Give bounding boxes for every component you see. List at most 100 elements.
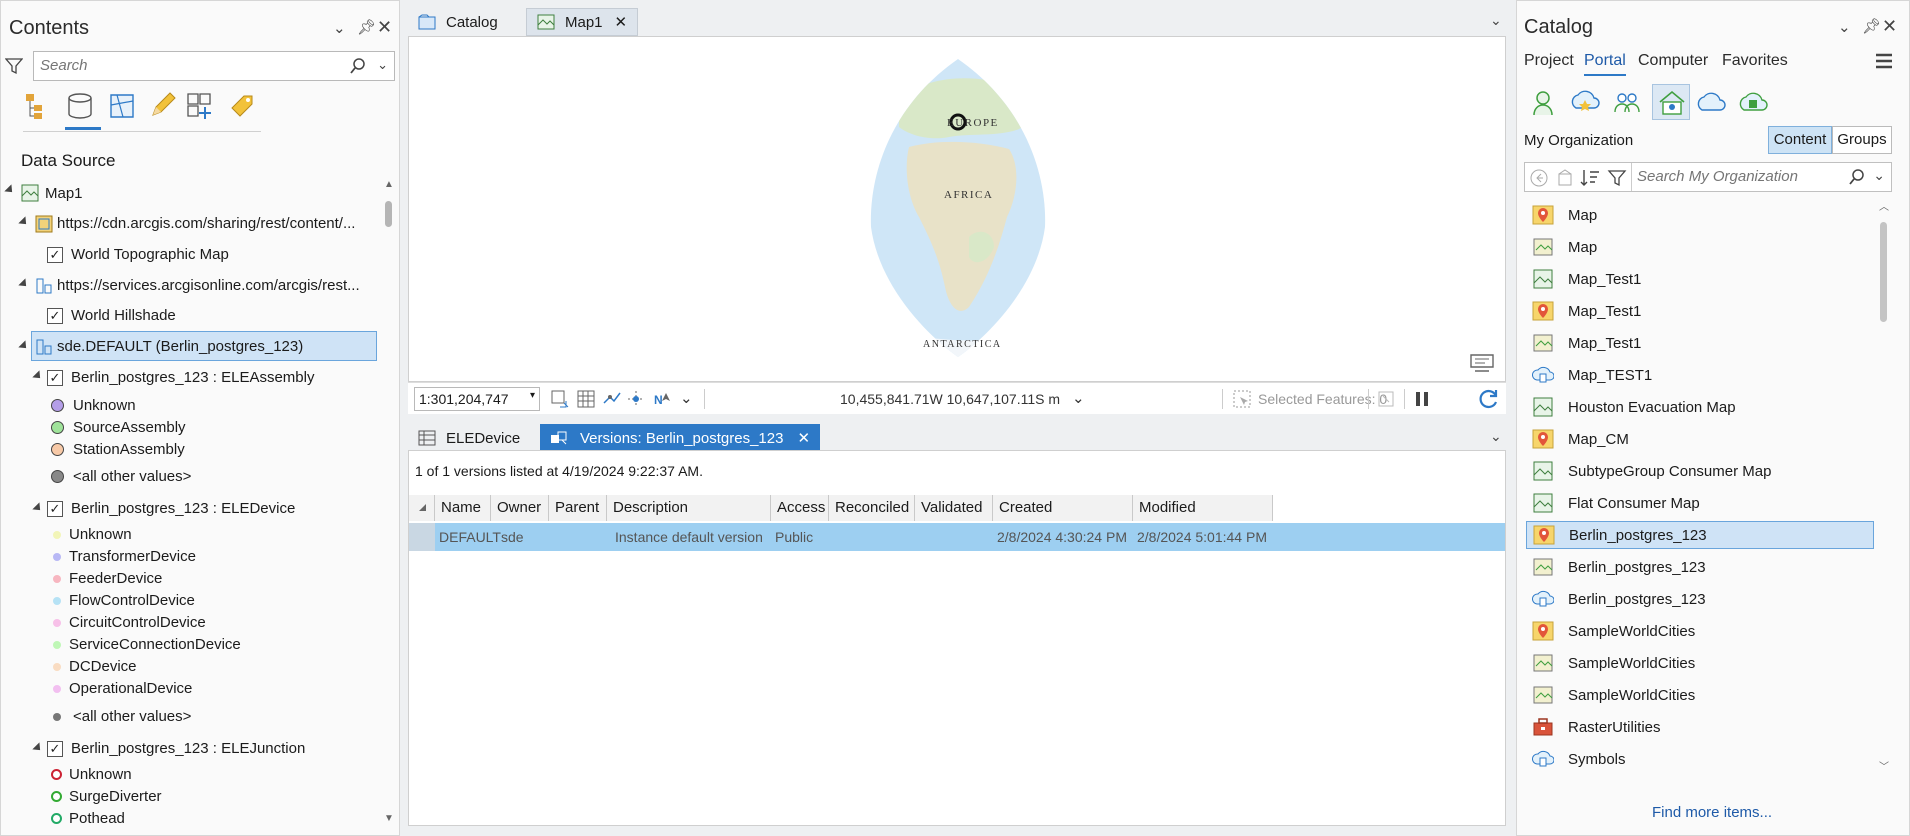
list-by-editing-icon[interactable] [147, 91, 177, 121]
close-icon[interactable]: ✕ [797, 429, 810, 447]
checkbox-world-topo[interactable]: ✓ [47, 247, 63, 263]
checkbox-world-hillshade[interactable]: ✓ [47, 308, 63, 324]
chevron-down-icon[interactable]: ⌄ [1072, 389, 1085, 407]
expand-arrow-icon[interactable] [32, 502, 44, 514]
tab-versions[interactable]: Versions: Berlin_postgres_123 ✕ [540, 424, 821, 452]
expand-arrow-icon[interactable] [18, 216, 30, 228]
tree-world-topo[interactable]: World Topographic Map [71, 246, 229, 263]
column-header[interactable]: Description [607, 495, 771, 521]
find-more-link[interactable]: Find more items... [1652, 804, 1772, 821]
column-header[interactable]: Owner [491, 495, 549, 521]
tab-project[interactable]: Project [1524, 52, 1574, 70]
map-view[interactable]: EUROPE AFRICA ANTARCTICA [408, 36, 1506, 382]
catalog-item[interactable]: SampleWorldCities [1526, 681, 1874, 709]
snapping-icon[interactable] [602, 389, 622, 409]
content-button[interactable]: Content [1768, 126, 1832, 154]
close-icon[interactable]: ✕ [1882, 16, 1897, 37]
scale-selector[interactable]: 1:301,204,747 ▾ [414, 387, 540, 411]
column-header[interactable]: Validated [915, 495, 993, 521]
list-by-data-source-icon[interactable] [65, 91, 95, 121]
contents-search-field[interactable]: ⌄ [33, 51, 395, 81]
contents-scrollbar[interactable]: ▲ ▼ [381, 179, 395, 831]
pin-icon[interactable]: 📌︎ [1862, 17, 1881, 35]
tree-map1[interactable]: Map1 [45, 185, 83, 202]
catalog-item[interactable]: Map_Test1 [1526, 329, 1874, 357]
catalog-item[interactable]: SampleWorldCities [1526, 617, 1874, 645]
my-favorites-icon[interactable] [1570, 88, 1600, 118]
row-selector[interactable] [409, 523, 435, 551]
catalog-item[interactable]: Map_TEST1 [1526, 361, 1874, 389]
list-by-selection-icon[interactable] [107, 91, 137, 121]
tree-ele-device[interactable]: Berlin_postgres_123 : ELEDevice [71, 500, 295, 517]
grid-icon[interactable] [576, 389, 596, 409]
column-header[interactable]: Modified [1133, 495, 1273, 521]
refresh-icon[interactable] [1478, 388, 1500, 410]
row-selector-header[interactable] [409, 495, 435, 521]
pane-options-icon[interactable]: ⌄ [1838, 18, 1851, 36]
tab-computer[interactable]: Computer [1638, 52, 1708, 70]
groups-button[interactable]: Groups [1832, 126, 1892, 154]
catalog-item[interactable]: Map [1526, 233, 1874, 261]
tabs-overflow-icon[interactable]: ⌄ [1490, 12, 1502, 29]
column-header[interactable]: Parent [549, 495, 607, 521]
catalog-item[interactable]: SubtypeGroup Consumer Map [1526, 457, 1874, 485]
tab-portal[interactable]: Portal [1584, 52, 1626, 70]
tree-services-source[interactable]: https://services.arcgisonline.com/arcgis… [57, 277, 360, 294]
home-icon[interactable] [1555, 168, 1575, 188]
my-groups-icon[interactable] [1612, 88, 1642, 118]
filter-icon[interactable] [1607, 168, 1627, 188]
constraints-icon[interactable] [626, 389, 646, 409]
catalog-item[interactable]: Map_CM [1526, 425, 1874, 453]
close-icon[interactable]: ✕ [615, 13, 628, 31]
checkbox-ele-junction[interactable]: ✓ [47, 741, 63, 757]
catalog-item[interactable]: Map_Test1 [1526, 297, 1874, 325]
table-row[interactable]: DEFAULT sde Instance default version Pub… [409, 523, 1505, 551]
clear-selection-icon[interactable] [1376, 389, 1396, 409]
menu-icon[interactable] [1874, 52, 1894, 70]
search-icon[interactable] [350, 58, 366, 74]
coordinates-readout[interactable]: 10,455,841.71W 10,647,107.11S m [840, 391, 1060, 407]
catalog-scrollbar[interactable]: ︿ ﹀ [1876, 198, 1890, 778]
pause-icon[interactable] [1412, 389, 1432, 409]
catalog-item[interactable]: RasterUtilities [1526, 713, 1874, 741]
catalog-search-input[interactable] [1637, 168, 1837, 185]
arcgis-online-icon[interactable] [1696, 88, 1726, 118]
catalog-item[interactable]: Houston Evacuation Map [1526, 393, 1874, 421]
catalog-item[interactable]: Map [1526, 201, 1874, 229]
column-header[interactable]: Access [771, 495, 829, 521]
tree-cdn-source[interactable]: https://cdn.arcgis.com/sharing/rest/cont… [57, 215, 355, 232]
column-header[interactable]: Reconciled [829, 495, 915, 521]
checkbox-ele-assembly[interactable]: ✓ [47, 370, 63, 386]
chevron-down-icon[interactable]: ⌄ [1873, 167, 1885, 184]
sort-icon[interactable] [1579, 168, 1601, 188]
expand-arrow-icon[interactable] [18, 340, 30, 352]
scrollbar-thumb[interactable] [1880, 222, 1887, 322]
list-by-labeling-icon[interactable] [227, 91, 257, 121]
pin-icon[interactable]: 📌︎ [357, 18, 376, 36]
tab-eledevice[interactable]: ELEDevice [408, 424, 530, 452]
filter-icon[interactable] [5, 57, 23, 75]
expand-arrow-icon[interactable] [18, 278, 30, 290]
living-atlas-icon[interactable] [1738, 88, 1768, 118]
list-by-snapping-icon[interactable] [185, 91, 215, 121]
my-organization-icon[interactable] [1652, 84, 1690, 120]
attribution-icon[interactable] [1469, 353, 1495, 373]
pane-options-icon[interactable]: ⌄ [333, 19, 346, 37]
fixed-zoom-icon[interactable] [550, 389, 570, 409]
my-content-icon[interactable] [1528, 88, 1558, 118]
catalog-item[interactable]: Berlin_postgres_123 [1526, 553, 1874, 581]
north-arrow-icon[interactable]: N [652, 389, 674, 409]
catalog-item[interactable]: SampleWorldCities [1526, 649, 1874, 677]
chevron-down-icon[interactable]: ⌄ [377, 57, 388, 73]
catalog-item[interactable]: Map_Test1 [1526, 265, 1874, 293]
chevron-down-icon[interactable]: ⌄ [680, 389, 693, 407]
search-icon[interactable] [1849, 169, 1865, 185]
catalog-item[interactable]: Berlin_postgres_123 [1526, 585, 1874, 613]
back-icon[interactable] [1529, 168, 1549, 188]
list-by-drawing-order-icon[interactable] [23, 91, 53, 121]
column-header[interactable]: Created [993, 495, 1133, 521]
tree-sde-default[interactable]: sde.DEFAULT (Berlin_postgres_123) [57, 338, 303, 355]
tab-favorites[interactable]: Favorites [1722, 52, 1788, 70]
expand-arrow-icon[interactable] [32, 742, 44, 754]
scrollbar-thumb[interactable] [385, 201, 392, 227]
